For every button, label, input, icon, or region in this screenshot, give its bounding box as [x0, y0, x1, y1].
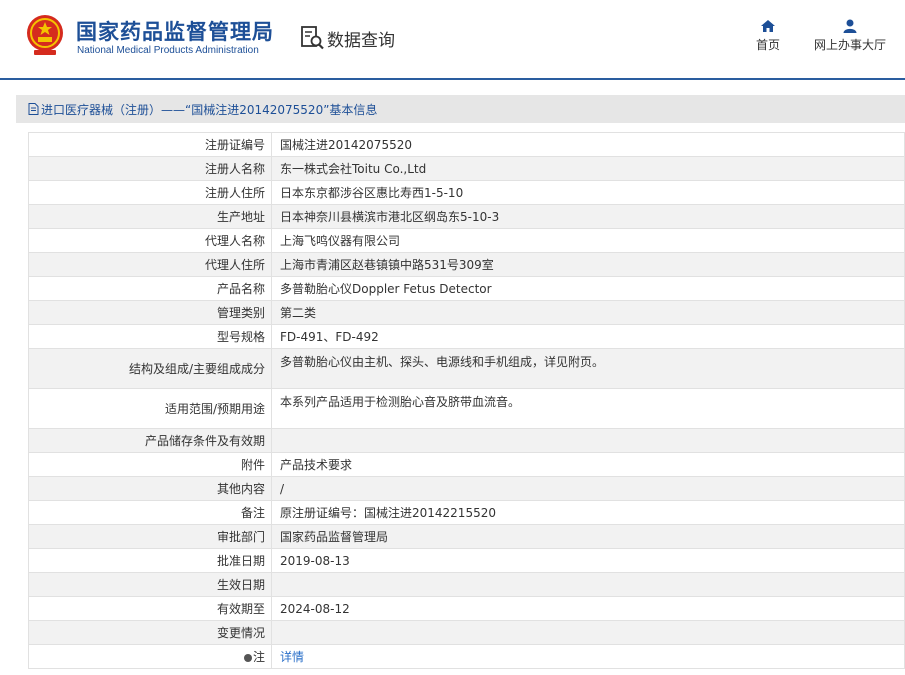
- site-title: 国家药品监督管理局: [76, 20, 274, 44]
- field-label: 批准日期: [28, 548, 272, 573]
- table-row: 注 详情: [28, 644, 905, 669]
- field-value: 日本神奈川县横滨市港北区纲岛东5-10-3: [271, 204, 905, 229]
- field-value: 东一株式会社Toitu Co.,Ltd: [271, 156, 905, 181]
- nav-online-service-hall-label: 网上办事大厅: [813, 38, 886, 52]
- nav-online-service-hall[interactable]: 网上办事大厅: [812, 19, 888, 53]
- nav-home[interactable]: 首页: [752, 19, 784, 53]
- field-label: 附件: [28, 452, 272, 477]
- field-value: 产品技术要求: [271, 452, 905, 477]
- user-icon: [843, 19, 857, 33]
- field-label: 生效日期: [28, 572, 272, 597]
- field-value: /: [271, 476, 905, 501]
- table-row: 管理类别 第二类: [28, 300, 905, 325]
- table-row: 有效期至 2024-08-12: [28, 596, 905, 621]
- field-label: 备注: [28, 500, 272, 525]
- field-label: 注册证编号: [28, 132, 272, 157]
- breadcrumb-text: 进口医疗器械（注册）——“国械注进20142075520”基本信息: [41, 102, 378, 117]
- field-value: 多普勒胎心仪Doppler Fetus Detector: [271, 276, 905, 301]
- field-label: 结构及组成/主要组成成分: [28, 348, 272, 389]
- field-label: 注册人住所: [28, 180, 272, 205]
- field-label: 产品名称: [28, 276, 272, 301]
- data-query-link[interactable]: 数据查询: [299, 24, 395, 52]
- table-row: 注册人名称 东一株式会社Toitu Co.,Ltd: [28, 156, 905, 181]
- field-value: [271, 572, 905, 597]
- table-row: 产品储存条件及有效期: [28, 428, 905, 453]
- field-value: 国械注进20142075520: [271, 132, 905, 157]
- field-value: FD-491、FD-492: [271, 324, 905, 349]
- field-label: 管理类别: [28, 300, 272, 325]
- table-row: 代理人名称 上海飞鸣仪器有限公司: [28, 228, 905, 253]
- table-row: 产品名称 多普勒胎心仪Doppler Fetus Detector: [28, 276, 905, 301]
- field-value: 国家药品监督管理局: [271, 524, 905, 549]
- table-row: 生效日期: [28, 572, 905, 597]
- field-label: 审批部门: [28, 524, 272, 549]
- field-value: 2019-08-13: [271, 548, 905, 573]
- document-icon: [28, 103, 39, 115]
- data-query-label: 数据查询: [327, 30, 395, 51]
- site-header: 国家药品监督管理局 National Medical Products Admi…: [0, 0, 905, 80]
- field-value: 第二类: [271, 300, 905, 325]
- table-row: 结构及组成/主要组成成分 多普勒胎心仪由主机、探头、电源线和手机组成，详见附页。: [28, 348, 905, 389]
- table-row: 审批部门 国家药品监督管理局: [28, 524, 905, 549]
- field-value: 2024-08-12: [271, 596, 905, 621]
- field-value: 本系列产品适用于检测胎心音及脐带血流音。: [271, 388, 905, 429]
- field-label: 注册人名称: [28, 156, 272, 181]
- field-label: 代理人名称: [28, 228, 272, 253]
- field-value: 原注册证编号：国械注进20142215520: [271, 500, 905, 525]
- table-row: 适用范围/预期用途 本系列产品适用于检测胎心音及脐带血流音。: [28, 388, 905, 429]
- field-value: 详情: [271, 644, 905, 669]
- table-row: 备注 原注册证编号：国械注进20142215520: [28, 500, 905, 525]
- details-link[interactable]: 详情: [280, 650, 304, 664]
- field-label: 型号规格: [28, 324, 272, 349]
- site-subtitle: National Medical Products Administration: [77, 45, 259, 56]
- home-icon: [761, 20, 775, 32]
- table-row: 生产地址 日本神奈川县横滨市港北区纲岛东5-10-3: [28, 204, 905, 229]
- table-row: 批准日期 2019-08-13: [28, 548, 905, 573]
- table-row: 代理人住所 上海市青浦区赵巷镇镇中路531号309室: [28, 252, 905, 277]
- field-label: 有效期至: [28, 596, 272, 621]
- breadcrumb: 进口医疗器械（注册）——“国械注进20142075520”基本信息: [16, 95, 905, 123]
- field-label: 生产地址: [28, 204, 272, 229]
- table-row: 变更情况: [28, 620, 905, 645]
- field-label: 产品储存条件及有效期: [28, 428, 272, 453]
- table-row: 型号规格 FD-491、FD-492: [28, 324, 905, 349]
- field-value: 上海市青浦区赵巷镇镇中路531号309室: [271, 252, 905, 277]
- table-row: 注册证编号 国械注进20142075520: [28, 132, 905, 157]
- note-label: 注: [252, 650, 265, 664]
- national-emblem-logo: [27, 15, 63, 55]
- nav-home-label: 首页: [755, 38, 780, 52]
- field-value: 上海飞鸣仪器有限公司: [271, 228, 905, 253]
- table-row: 其他内容 /: [28, 476, 905, 501]
- document-search-icon: [301, 26, 324, 50]
- field-label: 适用范围/预期用途: [28, 388, 272, 429]
- field-value: [271, 428, 905, 453]
- field-label: 代理人住所: [28, 252, 272, 277]
- field-value: 日本东京都涉谷区惠比寿西1-5-10: [271, 180, 905, 205]
- registration-info-table: 注册证编号 国械注进20142075520 注册人名称 东一株式会社Toitu …: [28, 132, 905, 669]
- field-value: 多普勒胎心仪由主机、探头、电源线和手机组成，详见附页。: [271, 348, 905, 389]
- field-label-note: 注: [28, 644, 272, 669]
- table-row: 附件 产品技术要求: [28, 452, 905, 477]
- field-label: 变更情况: [28, 620, 272, 645]
- table-row: 注册人住所 日本东京都涉谷区惠比寿西1-5-10: [28, 180, 905, 205]
- note-icon: [243, 653, 252, 662]
- field-value: [271, 620, 905, 645]
- field-label: 其他内容: [28, 476, 272, 501]
